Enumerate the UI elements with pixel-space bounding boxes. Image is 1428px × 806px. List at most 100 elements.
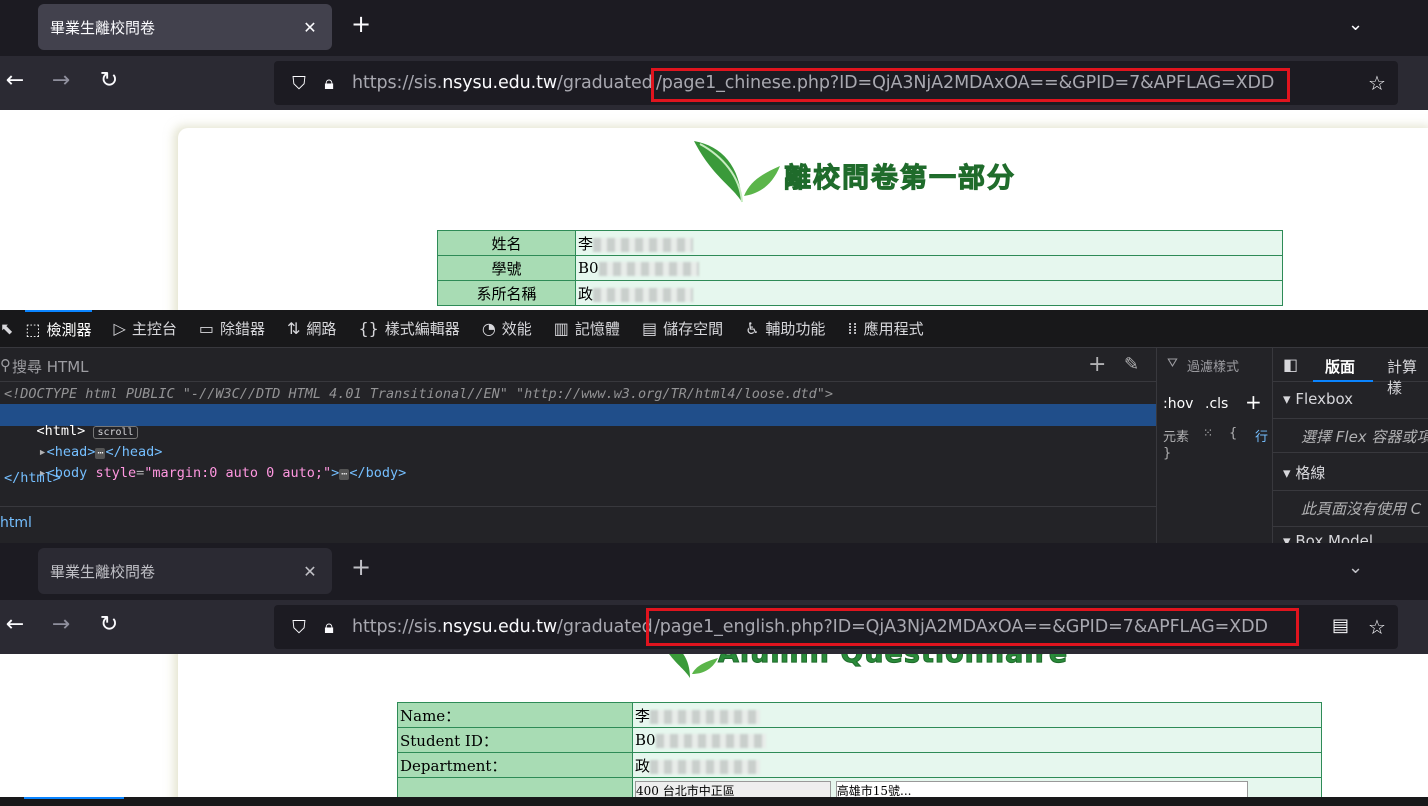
grid-select-icon[interactable]: ⁙ bbox=[1203, 426, 1213, 440]
reader-view-icon[interactable]: ▤ bbox=[1332, 615, 1349, 636]
devtools-toolbar: ⬉ ⬚ 檢測器 ▷ 主控台 ▭ 除錯器 ⇅ 網路 {} 樣式編輯器 ◔ 效能 ▥ 記憶體 ▤ 儲… bbox=[0, 309, 1428, 348]
sidebar-toggle-icon[interactable]: ◧ bbox=[1283, 355, 1298, 374]
top-active-tab[interactable]: 畢業生離校問卷 ✕ bbox=[38, 4, 332, 50]
page-heading: 離校問卷第一部分 bbox=[784, 163, 1016, 195]
close-icon[interactable]: ✕ bbox=[300, 18, 320, 37]
row-value: 李 bbox=[575, 230, 1283, 256]
add-rule-icon[interactable]: + bbox=[1245, 390, 1262, 414]
devtools-edge bbox=[0, 797, 1428, 806]
element-picker-icon[interactable]: ⬉ bbox=[0, 319, 13, 338]
bookmark-star-icon[interactable]: ☆ bbox=[1368, 71, 1386, 95]
ellipsis-icon[interactable]: ⋯ bbox=[339, 469, 350, 480]
lock-icon[interactable]: 🔒︎ bbox=[314, 73, 344, 94]
network-icon: ⇅ bbox=[287, 319, 301, 338]
html-close-line[interactable]: </html> bbox=[4, 470, 61, 486]
accessibility-icon: ♿ bbox=[745, 319, 760, 338]
row-label: Student ID： bbox=[397, 727, 633, 753]
reload-button[interactable]: ↻ bbox=[94, 68, 124, 93]
tab-layout-underline bbox=[1313, 380, 1373, 382]
shield-icon[interactable]: ⛉ bbox=[284, 617, 314, 638]
debugger-icon: ▭ bbox=[198, 319, 214, 338]
tab-title: 畢業生離校問卷 bbox=[50, 562, 156, 581]
grid-toggle[interactable]: ▾ 格線 bbox=[1283, 462, 1325, 483]
shield-icon[interactable]: ⛉ bbox=[284, 73, 314, 94]
tab-style-editor[interactable]: {} 樣式編輯器 bbox=[358, 318, 459, 339]
html-search-bar[interactable]: ⚲ 搜尋 HTML + ✎ bbox=[0, 350, 1156, 382]
rule-open-brace: { bbox=[1229, 426, 1238, 441]
close-icon[interactable]: ✕ bbox=[300, 562, 320, 581]
boxmodel-toggle[interactable]: ▾ Box Model bbox=[1283, 534, 1373, 543]
bottom-nav-bar: ← → ↻ ⛉ 🔒︎ https://sis.nsysu.edu.tw/grad… bbox=[0, 600, 1428, 654]
tab-inspector[interactable]: ⬚ 檢測器 bbox=[25, 309, 92, 348]
inline-label: 行 bbox=[1255, 430, 1269, 445]
new-tab-button[interactable]: + bbox=[346, 10, 376, 38]
element-rule-selector[interactable]: 元素 bbox=[1163, 426, 1189, 445]
breadcrumb-html[interactable]: html bbox=[0, 515, 32, 531]
flexbox-hint: 選擇 Flex 容器或項 bbox=[1301, 428, 1428, 446]
bottom-page-content: Alumni Questionnaire Name： 李 Student ID：… bbox=[0, 654, 1428, 800]
tab-debugger[interactable]: ▭ 除錯器 bbox=[199, 318, 265, 339]
search-input[interactable]: 搜尋 HTML bbox=[12, 356, 89, 377]
row-label: Department： bbox=[397, 752, 633, 778]
lock-icon[interactable]: 🔒︎ bbox=[314, 617, 344, 638]
forward-button[interactable]: → bbox=[46, 68, 76, 93]
tab-performance[interactable]: ◔ 效能 bbox=[482, 318, 532, 339]
tab-title: 畢業生離校問卷 bbox=[50, 18, 156, 37]
chevron-down-icon[interactable]: ⌄ bbox=[1348, 557, 1363, 578]
eyedropper-icon[interactable]: ✎ bbox=[1124, 354, 1139, 375]
leaf-logo-icon bbox=[660, 654, 720, 680]
doctype-line[interactable]: <!DOCTYPE html PUBLIC "-//W3C//DTD HTML … bbox=[4, 386, 833, 402]
storage-icon: ▤ bbox=[641, 319, 658, 338]
page-heading: Alumni Questionnaire bbox=[717, 654, 1068, 670]
section-divider bbox=[1273, 452, 1428, 453]
flexbox-toggle[interactable]: ▾ Flexbox bbox=[1283, 390, 1353, 408]
layout-pane: ◧ 版面 計算樣 ▾ Flexbox 選擇 Flex 容器或項 ▾ 格線 此頁面… bbox=[1273, 348, 1428, 543]
bottom-tab[interactable]: 畢業生離校問卷 ✕ bbox=[38, 548, 332, 594]
chevron-down-icon[interactable]: ⌄ bbox=[1348, 14, 1363, 35]
table-row: Department： 政 bbox=[397, 752, 1322, 778]
body-node-line[interactable]: ▸<body style="margin:0 auto 0 auto;"> ⋯ </… bbox=[6, 449, 407, 497]
back-button[interactable]: ← bbox=[0, 612, 30, 637]
row-value: B0 bbox=[632, 727, 1322, 753]
student-info-table: Name： 李 Student ID： B0 Department： 政 400… bbox=[397, 702, 1322, 800]
rule-close-brace: } bbox=[1163, 446, 1172, 461]
url-highlight-text: /page1_chinese.php?ID=QjA3NjA2MDAxOA==&G… bbox=[656, 73, 1275, 93]
row-label: 系所名稱 bbox=[437, 280, 576, 306]
tab-application[interactable]: ⁞⁞ 應用程式 bbox=[847, 318, 923, 339]
tab-layout[interactable]: 版面 bbox=[1325, 356, 1355, 377]
table-row: 系所名稱 政 bbox=[437, 280, 1283, 306]
add-node-icon[interactable]: + bbox=[1088, 352, 1106, 377]
tab-accessibility[interactable]: ♿ 輔助功能 bbox=[745, 318, 825, 339]
layout-tabs: ◧ 版面 計算樣 bbox=[1273, 348, 1428, 397]
url-text: https://sis.nsysu.edu.tw/graduated bbox=[352, 73, 653, 93]
reload-button[interactable]: ↻ bbox=[94, 612, 124, 637]
table-row: 學號 B0 bbox=[437, 255, 1283, 281]
tab-memory[interactable]: ▥ 記憶體 bbox=[554, 318, 620, 339]
url-highlight-text: /page1_english.php?ID=QjA3NjA2MDAxOA==&G… bbox=[654, 617, 1268, 637]
gauge-icon: ◔ bbox=[481, 319, 496, 338]
hov-toggle[interactable]: :hov bbox=[1163, 396, 1193, 412]
row-label: 姓名 bbox=[437, 230, 576, 256]
cls-toggle[interactable]: .cls bbox=[1205, 396, 1228, 412]
leaf-logo-icon bbox=[692, 136, 782, 206]
rules-pane: ⛛ 過濾樣式 :hov .cls + 元素 ⁙ { 行 } bbox=[1157, 348, 1272, 543]
search-icon: ⚲ bbox=[0, 356, 11, 374]
filter-styles-input[interactable]: 過濾樣式 bbox=[1187, 356, 1239, 375]
grid-hint: 此頁面沒有使用 C bbox=[1301, 500, 1422, 518]
html-node-selected[interactable] bbox=[0, 404, 1156, 426]
breadcrumb-bar: html bbox=[0, 506, 1156, 543]
tab-network[interactable]: ⇅ 網路 bbox=[287, 318, 336, 339]
new-tab-button[interactable]: + bbox=[346, 553, 376, 581]
bookmark-star-icon[interactable]: ☆ bbox=[1368, 615, 1386, 639]
top-nav-bar: ← → ↻ ⛉ 🔒︎ https://sis.nsysu.edu.tw/grad… bbox=[0, 56, 1428, 110]
table-row: Student ID： B0 bbox=[397, 727, 1322, 753]
tab-console[interactable]: ▷ 主控台 bbox=[114, 318, 177, 339]
row-value: 政 bbox=[632, 752, 1322, 778]
back-button[interactable]: ← bbox=[0, 68, 30, 93]
chip-icon: ▥ bbox=[553, 319, 569, 338]
forward-button[interactable]: → bbox=[46, 612, 76, 637]
url-text: https://sis.nsysu.edu.tw/graduated bbox=[352, 617, 653, 637]
row-label: Name： bbox=[397, 702, 633, 728]
tab-storage[interactable]: ▤ 儲存空間 bbox=[642, 318, 723, 339]
tab-computed[interactable]: 計算樣 bbox=[1387, 356, 1428, 398]
